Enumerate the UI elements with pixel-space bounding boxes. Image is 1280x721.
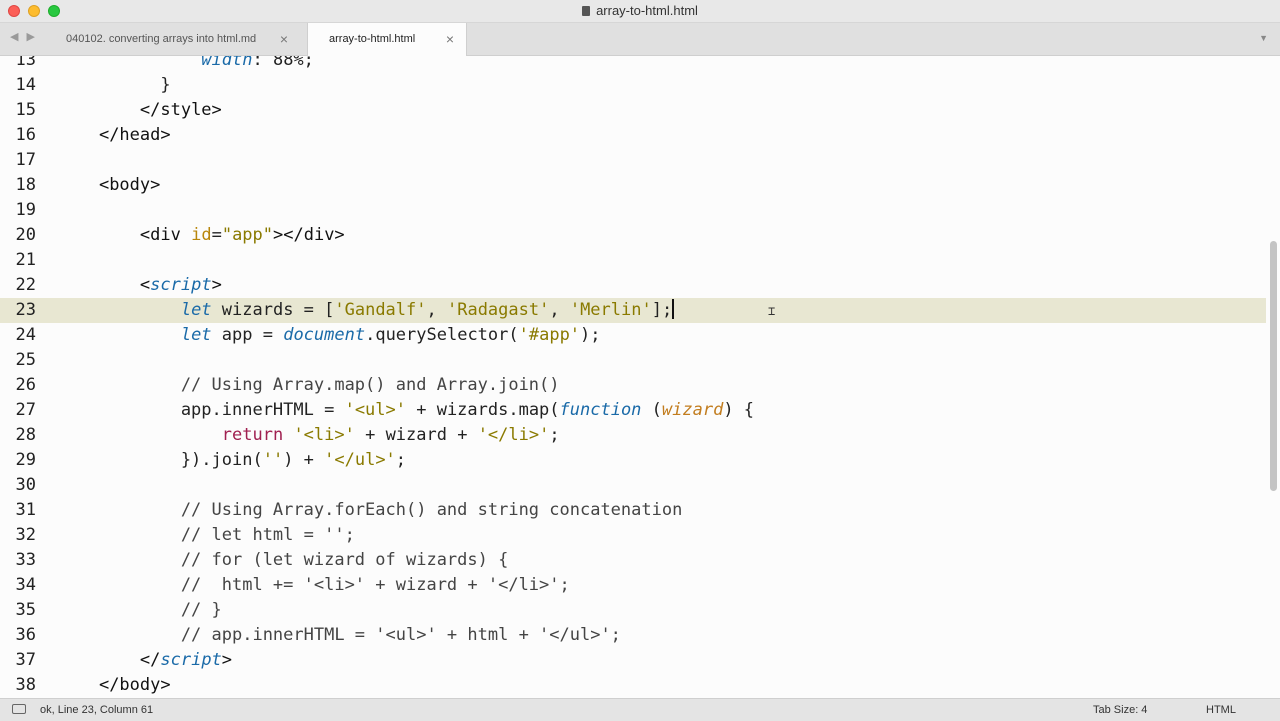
title-bar: array-to-html.html bbox=[0, 0, 1280, 23]
code-text: } bbox=[58, 75, 171, 95]
code-text: <div id="app"></div> bbox=[139, 225, 345, 245]
line-number: 37 bbox=[15, 650, 36, 670]
code-line: 37 </script> bbox=[0, 648, 1266, 673]
window-title-text: array-to-html.html bbox=[596, 3, 698, 18]
mouse-ibeam-icon: ⌶ bbox=[768, 304, 776, 318]
code-text: </body> bbox=[98, 675, 171, 695]
code-text: let wizards = ['Gandalf', 'Radagast', 'M… bbox=[180, 299, 675, 320]
code-line: 38 </body> bbox=[0, 673, 1266, 698]
code-line: 31 // Using Array.forEach() and string c… bbox=[0, 498, 1266, 523]
line-number: 36 bbox=[15, 625, 36, 645]
code-text: width: 88%; bbox=[201, 56, 314, 70]
code-text: // Using Array.map() and Array.join() bbox=[58, 375, 560, 395]
code-text: </script> bbox=[139, 650, 233, 670]
line-number: 18 bbox=[15, 175, 36, 195]
line-number: 30 bbox=[15, 475, 36, 495]
code-text: </head> bbox=[98, 125, 171, 145]
code-line: 16 </head> bbox=[0, 123, 1266, 148]
code-line: 18 <body> bbox=[0, 173, 1266, 198]
code-text: return '<li>' + wizard + '</li>'; bbox=[221, 425, 560, 445]
close-tab-icon[interactable]: × bbox=[446, 23, 454, 55]
code-line: 17 bbox=[0, 148, 1266, 173]
code-text: // for (let wizard of wizards) { bbox=[58, 550, 509, 570]
line-number: 15 bbox=[15, 100, 36, 120]
tab-size-selector[interactable]: Tab Size: 4 bbox=[1093, 699, 1147, 721]
code-line: 26 // Using Array.map() and Array.join() bbox=[0, 373, 1266, 398]
code-text: let app = document.querySelector('#app')… bbox=[180, 325, 601, 345]
code-line: 15 </style> bbox=[0, 98, 1266, 123]
window-title: array-to-html.html bbox=[0, 3, 1280, 18]
document-icon bbox=[582, 6, 591, 16]
code-line: 30 bbox=[0, 473, 1266, 498]
code-text: // Using Array.forEach() and string conc… bbox=[58, 500, 683, 520]
code-line: 24 let app = document.querySelector('#ap… bbox=[0, 323, 1266, 348]
code-text: // let html = ''; bbox=[58, 525, 355, 545]
code-line: 33 // for (let wizard of wizards) { bbox=[0, 548, 1266, 573]
line-number: 22 bbox=[15, 275, 36, 295]
code-line: 34 // html += '<li>' + wizard + '</li>'; bbox=[0, 573, 1266, 598]
line-number: 28 bbox=[15, 425, 36, 445]
code-line: 27 app.innerHTML = '<ul>' + wizards.map(… bbox=[0, 398, 1266, 423]
line-number: 16 bbox=[15, 125, 36, 145]
line-number: 23 bbox=[15, 300, 36, 320]
code-text: // } bbox=[58, 600, 222, 620]
line-number: 35 bbox=[15, 600, 36, 620]
line-number: 21 bbox=[15, 250, 36, 270]
code-line-active: 23 let wizards = ['Gandalf', 'Radagast',… bbox=[0, 298, 1266, 323]
code-line: 21 bbox=[0, 248, 1266, 273]
line-number: 25 bbox=[15, 350, 36, 370]
line-number: 24 bbox=[15, 325, 36, 345]
text-cursor bbox=[672, 299, 675, 319]
line-number: 19 bbox=[15, 200, 36, 220]
tab-menu-icon[interactable]: ▼ bbox=[1259, 33, 1268, 43]
code-line: 25 bbox=[0, 348, 1266, 373]
code-text: }).join('') + '</ul>'; bbox=[58, 450, 407, 470]
code-line: 22 <script> bbox=[0, 273, 1266, 298]
status-text: ok, Line 23, Column 61 bbox=[40, 704, 154, 716]
tab-bar: ◀▶ 040102. converting arrays into html.m… bbox=[0, 23, 1280, 56]
line-number: 17 bbox=[15, 150, 36, 170]
vertical-scrollbar[interactable] bbox=[1270, 241, 1277, 491]
code-editor[interactable]: 13 width: 88%; 14 } 15 </style> 16 </hea… bbox=[0, 56, 1280, 698]
code-line: 28 return '<li>' + wizard + '</li>'; bbox=[0, 423, 1266, 448]
tab-nav-arrows[interactable]: ◀▶ bbox=[10, 30, 43, 43]
status-bar: ok, Line 23, Column 61 Tab Size: 4 HTML bbox=[0, 698, 1280, 721]
close-tab-icon[interactable]: × bbox=[280, 23, 288, 55]
code-line: 36 // app.innerHTML = '<ul>' + html + '<… bbox=[0, 623, 1266, 648]
code-line: 35 // } bbox=[0, 598, 1266, 623]
line-number: 20 bbox=[15, 225, 36, 245]
tab-label: 040102. converting arrays into html.md bbox=[66, 33, 257, 45]
code-text: <body> bbox=[98, 175, 161, 195]
tab-markdown[interactable]: 040102. converting arrays into html.md × bbox=[50, 23, 300, 55]
line-number: 32 bbox=[15, 525, 36, 545]
line-number: 13 bbox=[15, 56, 36, 70]
code-text: </style> bbox=[139, 100, 222, 120]
code-line: 29 }).join('') + '</ul>'; bbox=[0, 448, 1266, 473]
line-number: 38 bbox=[15, 675, 36, 695]
line-number: 31 bbox=[15, 500, 36, 520]
line-number: 33 bbox=[15, 550, 36, 570]
code-line: 20 <div id="app"></div> bbox=[0, 223, 1266, 248]
line-number: 34 bbox=[15, 575, 36, 595]
syntax-selector[interactable]: HTML bbox=[1206, 699, 1236, 721]
code-line: 14 } bbox=[0, 73, 1266, 98]
tab-html[interactable]: array-to-html.html × bbox=[307, 23, 467, 56]
line-number: 29 bbox=[15, 450, 36, 470]
code-line: 32 // let html = ''; bbox=[0, 523, 1266, 548]
panel-toggle-icon[interactable] bbox=[12, 704, 26, 714]
line-number: 27 bbox=[15, 400, 36, 420]
code-text: // app.innerHTML = '<ul>' + html + '</ul… bbox=[58, 625, 621, 645]
code-text: <script> bbox=[139, 275, 222, 295]
line-number: 14 bbox=[15, 75, 36, 95]
code-text: app.innerHTML = '<ul>' + wizards.map(fun… bbox=[58, 400, 755, 420]
tab-label: array-to-html.html bbox=[329, 33, 416, 45]
code-line: 13 width: 88%; bbox=[0, 56, 1266, 73]
code-text: // html += '<li>' + wizard + '</li>'; bbox=[58, 575, 570, 595]
code-line: 19 bbox=[0, 198, 1266, 223]
line-number: 26 bbox=[15, 375, 36, 395]
